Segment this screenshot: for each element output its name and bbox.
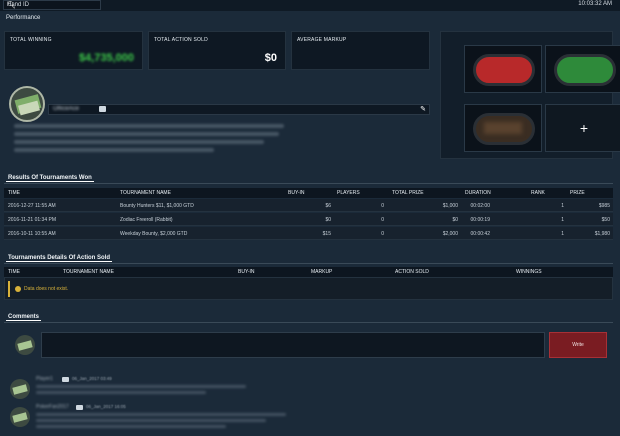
col-tournament-name: TOURNAMENT NAME — [63, 269, 114, 275]
write-button[interactable]: Write — [549, 332, 607, 358]
comment-author: PokerFan2017 — [36, 404, 69, 410]
cell-time: 2016-12-27 11:55 AM — [8, 203, 56, 209]
cell-total-prize: $0 — [452, 217, 458, 223]
cell-buy-in: $6 — [325, 203, 331, 209]
action-sold-header: Tournaments Details Of Action Sold — [4, 254, 613, 264]
col-markup: MARKUP — [311, 269, 333, 275]
col-duration: DURATION — [465, 190, 491, 196]
card-label: AVERAGE MARKUP — [297, 37, 347, 43]
empty-state: Data does not exist. — [4, 277, 613, 300]
cell-duration: 00:02:00 — [470, 203, 490, 209]
table-theme-green[interactable] — [545, 45, 620, 93]
col-buy-in: BUY-IN — [288, 190, 305, 196]
profile-name-bar: OfficeAce ✎ — [48, 104, 430, 115]
card-label: TOTAL ACTION SOLD — [154, 37, 208, 43]
tournaments-won-header: Results Of Tournaments Won — [4, 174, 613, 184]
col-time: TIME — [8, 269, 20, 275]
profile-name: OfficeAce — [53, 106, 79, 112]
cell-rank: 1 — [561, 203, 564, 209]
section-title: Comments — [6, 314, 42, 321]
action-sold-table-header: TIME TOURNAMENT NAME BUY-IN MARKUP ACTIO… — [4, 267, 613, 277]
top-bar: Hand ID 🔍︎ 10:03:32 AM — [0, 0, 620, 11]
comment-date: 06_Jan_2017 03:49 — [72, 376, 112, 381]
cell-players: 0 — [381, 217, 384, 223]
cell-prize: $50 — [601, 217, 610, 223]
hand-id-search[interactable]: Hand ID 🔍︎ — [3, 0, 101, 10]
warning-icon — [15, 286, 21, 292]
clock: 10:03:32 AM — [578, 1, 612, 7]
comments-header: Comments — [4, 313, 613, 323]
cell-name: Weekday Bounty, $2,000 GTD — [120, 231, 188, 237]
col-rank: RANK — [531, 190, 545, 196]
total-action-sold-card: TOTAL ACTION SOLD $0 — [148, 31, 286, 70]
camera-icon — [99, 106, 106, 112]
comment-date: 06_Jan_2017 16:05 — [86, 404, 126, 409]
avatar — [10, 407, 30, 427]
col-tournament-name: TOURNAMENT NAME — [120, 190, 171, 196]
comment-input[interactable] — [41, 332, 545, 358]
cell-name: Zodiac Freeroll (Rabbit) — [120, 217, 173, 223]
average-markup-card: AVERAGE MARKUP — [291, 31, 430, 70]
profile-description — [14, 124, 294, 156]
comment-item: PokerFan2017 06_Jan_2017 16:05 — [4, 404, 613, 434]
total-winning-card: TOTAL WINNING $4,735,000 — [4, 31, 143, 70]
cell-rank: 1 — [561, 231, 564, 237]
cell-rank: 1 — [561, 217, 564, 223]
cell-buy-in: $0 — [325, 217, 331, 223]
cell-players: 0 — [381, 231, 384, 237]
cell-total-prize: $1,000 — [442, 203, 458, 209]
table-theme-dark[interactable] — [464, 104, 542, 152]
table-row[interactable]: 2016-11-21 01:34 PM Zodiac Freeroll (Rab… — [4, 213, 613, 226]
empty-message: Data does not exist. — [24, 286, 69, 292]
avatar — [9, 86, 45, 122]
col-buy-in: BUY-IN — [238, 269, 255, 275]
cell-name: Bounty Hunters $11, $1,000 GTD — [120, 203, 194, 209]
section-title: Tournaments Details Of Action Sold — [6, 255, 113, 262]
table-row[interactable]: 2016-10-11 10:55 AM Weekday Bounty, $2,0… — [4, 227, 613, 240]
section-title: Results Of Tournaments Won — [6, 175, 94, 182]
table-theme-red[interactable] — [464, 45, 542, 93]
edit-icon[interactable]: ✎ — [420, 105, 426, 113]
cell-prize: $985 — [598, 203, 610, 209]
camera-icon — [76, 405, 83, 410]
cell-time: 2016-10-11 10:55 AM — [8, 231, 56, 237]
card-label: TOTAL WINNING — [10, 37, 52, 43]
col-players: PLAYERS — [337, 190, 360, 196]
table-row[interactable]: 2016-12-27 11:55 AM Bounty Hunters $11, … — [4, 199, 613, 212]
col-winnings: WINNINGS — [516, 269, 542, 275]
card-value: $4,735,000 — [78, 52, 134, 64]
col-total-prize: TOTAL PRIZE — [392, 190, 424, 196]
card-value: $0 — [264, 52, 277, 64]
camera-icon — [62, 377, 69, 382]
cell-buy-in: $15 — [322, 231, 331, 237]
performance-label: Performance — [6, 15, 41, 21]
cell-players: 0 — [381, 203, 384, 209]
col-prize: PRIZE — [570, 190, 585, 196]
add-table-theme-button[interactable]: + — [545, 104, 620, 152]
table-themes-panel: + — [440, 31, 620, 159]
plus-icon: + — [579, 120, 589, 136]
col-time: TIME — [8, 190, 20, 196]
tournaments-won-table-header: TIME TOURNAMENT NAME BUY-IN PLAYERS TOTA… — [4, 188, 613, 198]
cell-total-prize: $2,000 — [442, 231, 458, 237]
cell-prize: $1,980 — [594, 231, 610, 237]
avatar — [10, 379, 30, 399]
col-action-sold: ACTION SOLD — [395, 269, 429, 275]
cell-duration: 00:00:42 — [470, 231, 490, 237]
comment-author: Player1 — [36, 376, 53, 382]
search-icon[interactable]: 🔍︎ — [7, 1, 97, 9]
comment-item: Player1 06_Jan_2017 03:49 — [4, 376, 613, 406]
cell-duration: 00:00:19 — [470, 217, 490, 223]
avatar — [15, 335, 35, 355]
cell-time: 2016-11-21 01:34 PM — [8, 217, 56, 223]
